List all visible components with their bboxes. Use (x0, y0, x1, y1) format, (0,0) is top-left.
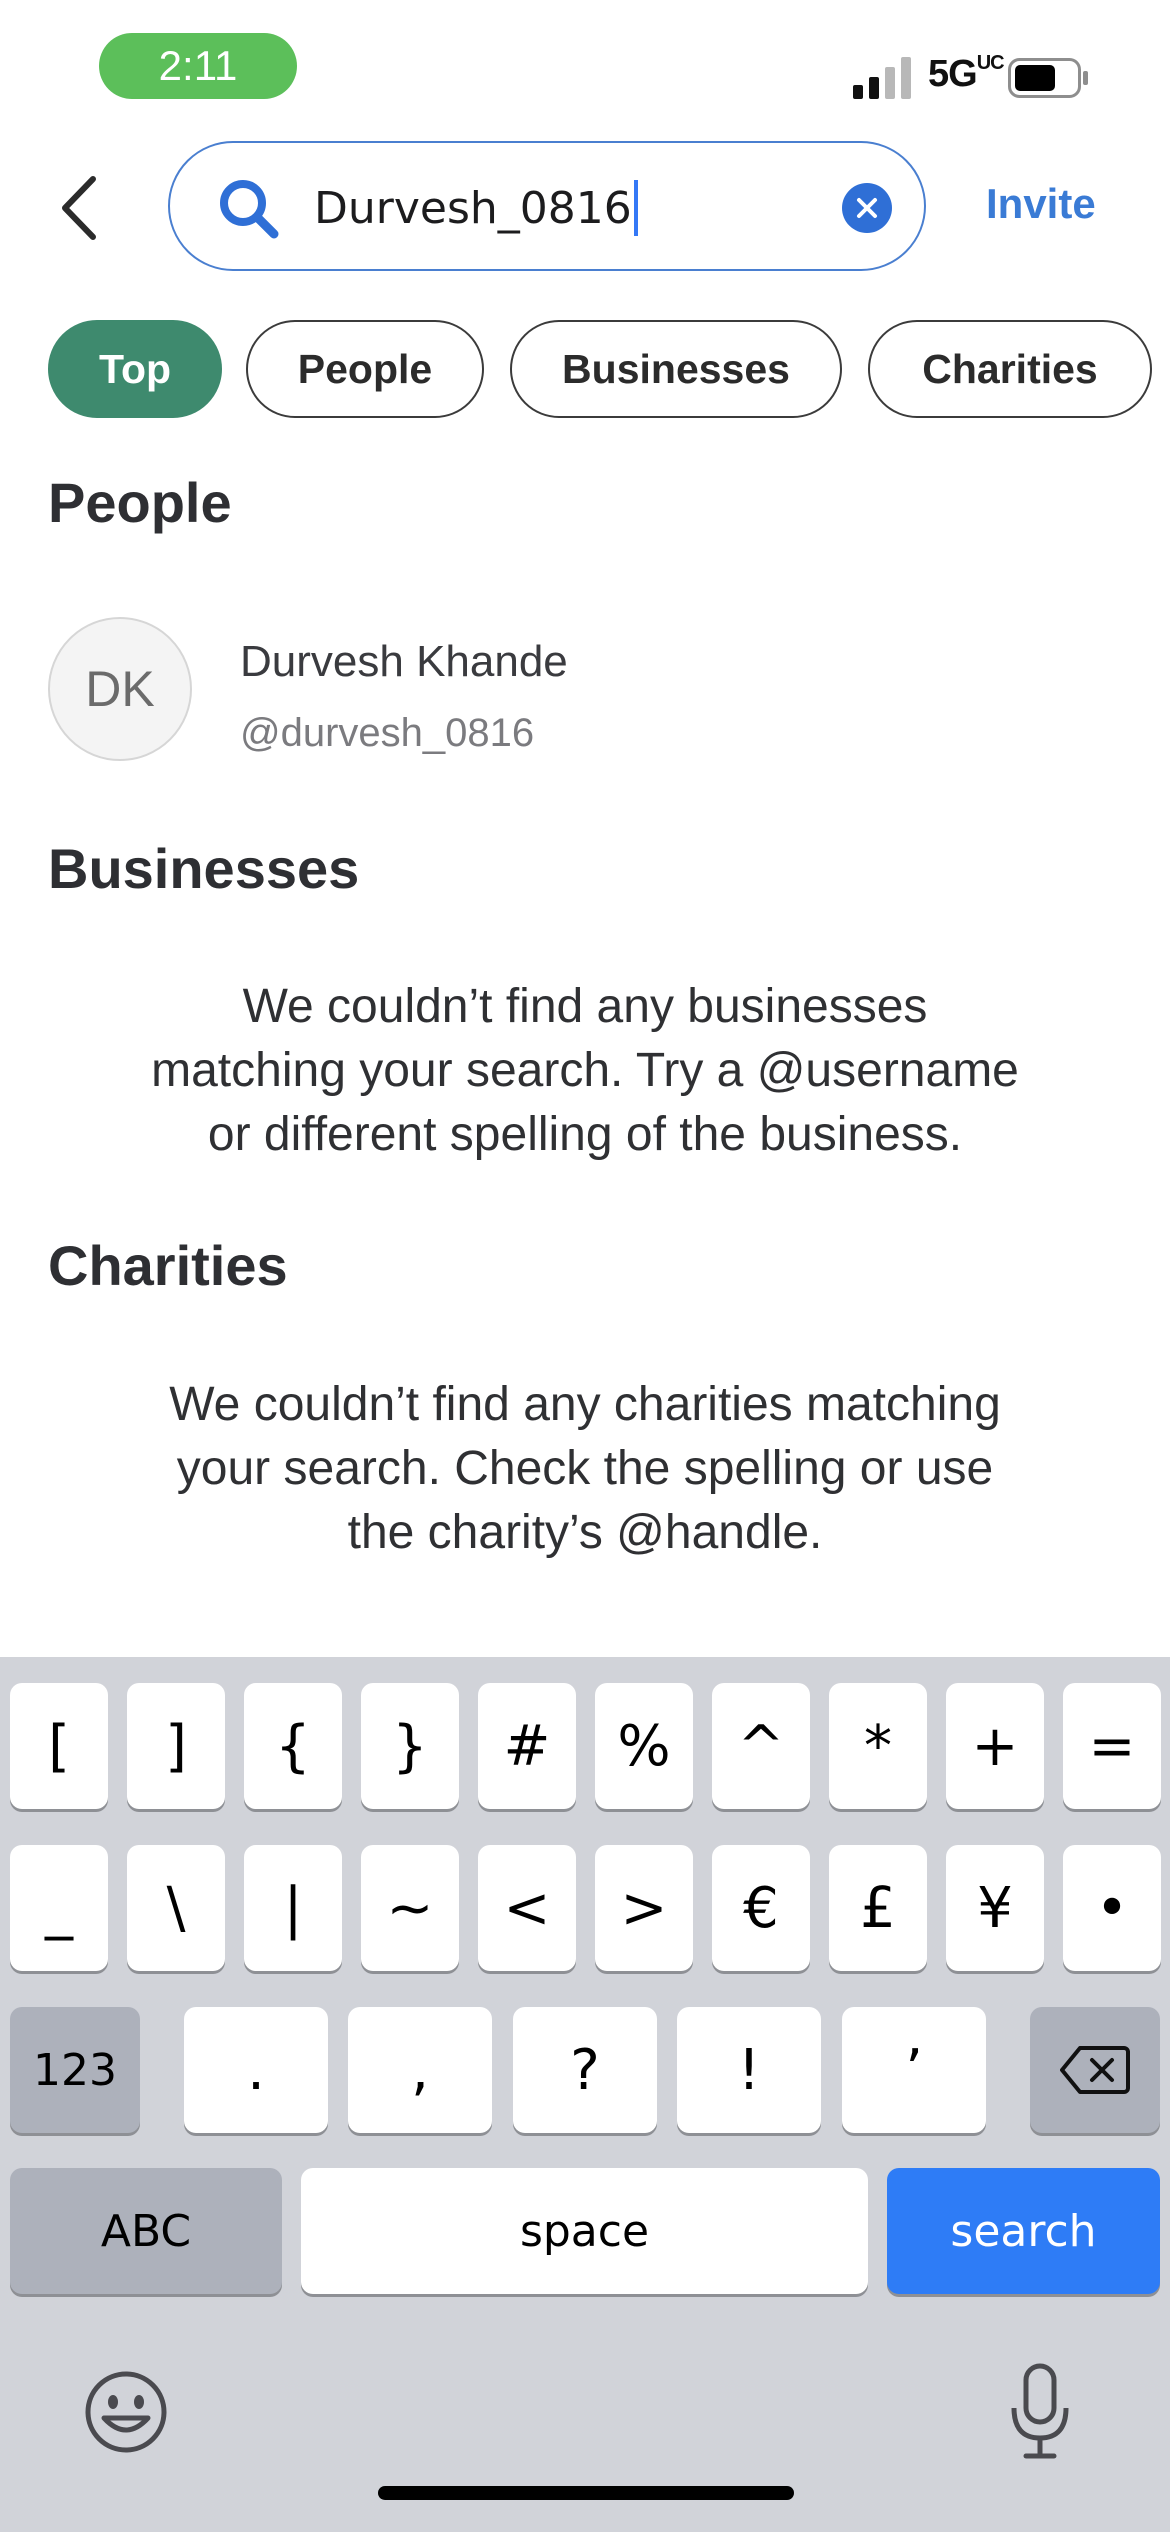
network-indicator: 5GUC (928, 52, 1005, 96)
charities-empty-message: We couldn’t find any charities matching … (60, 1373, 1110, 1565)
key[interactable]: | (244, 1845, 342, 1971)
microphone-icon[interactable] (1008, 2362, 1072, 2462)
tab-businesses[interactable]: Businesses (510, 320, 842, 418)
key[interactable]: € (712, 1845, 810, 1971)
home-indicator (378, 2486, 794, 2500)
signal-icon (853, 57, 911, 99)
key[interactable]: < (478, 1845, 576, 1971)
tab-people[interactable]: People (246, 320, 484, 418)
keyboard: [ ] { } # % ^ * + = _ \ | ~ < > € £ ¥ • … (0, 1657, 1170, 2532)
charities-empty-line: the charity’s @handle. (347, 1506, 823, 1559)
back-button[interactable] (48, 168, 108, 248)
charities-empty-line: We couldn’t find any charities matching (169, 1378, 1001, 1431)
key[interactable]: + (946, 1683, 1044, 1809)
businesses-empty-line: or different spelling of the business. (207, 1108, 963, 1161)
key[interactable]: * (829, 1683, 927, 1809)
person-result[interactable]: DK Durvesh Khande @durvesh_0816 (48, 617, 1128, 761)
search-key[interactable]: search (887, 2168, 1160, 2294)
key[interactable]: [ (10, 1683, 108, 1809)
clear-search-button[interactable] (842, 183, 892, 233)
key[interactable]: • (1063, 1845, 1161, 1971)
filter-tabs: Top People Businesses Charities (48, 320, 1170, 418)
key[interactable]: £ (829, 1845, 927, 1971)
businesses-section-title: Businesses (48, 837, 360, 900)
avatar: DK (48, 617, 192, 761)
status-bar: 2:11 5GUC (0, 0, 1170, 130)
key[interactable]: ¥ (946, 1845, 1044, 1971)
key[interactable]: } (361, 1683, 459, 1809)
key[interactable]: ’ (842, 2007, 986, 2133)
network-label: 5G (928, 53, 978, 95)
search-input-value: Durvesh_0816 (314, 182, 632, 234)
key[interactable]: % (595, 1683, 693, 1809)
tab-top[interactable]: Top (48, 320, 222, 418)
charities-empty-line: your search. Check the spelling or use (176, 1442, 994, 1495)
status-time: 2:11 (99, 33, 297, 99)
key[interactable]: > (595, 1845, 693, 1971)
key[interactable]: \ (127, 1845, 225, 1971)
search-bar[interactable]: Durvesh_0816 (168, 141, 926, 271)
key[interactable]: # (478, 1683, 576, 1809)
search-icon (220, 180, 279, 239)
battery-icon (1008, 58, 1088, 98)
businesses-empty-line: matching your search. Try a @username (151, 1044, 1019, 1097)
emoji-icon[interactable] (82, 2368, 170, 2456)
key[interactable]: , (348, 2007, 492, 2133)
delete-icon (1060, 2046, 1130, 2094)
delete-key[interactable] (1030, 2007, 1160, 2133)
invite-button[interactable]: Invite (986, 180, 1096, 228)
abc-key[interactable]: ABC (10, 2168, 282, 2294)
businesses-empty-line: We couldn’t find any businesses (242, 980, 928, 1033)
key[interactable]: ? (513, 2007, 657, 2133)
key[interactable]: { (244, 1683, 342, 1809)
space-key[interactable]: space (301, 2168, 868, 2294)
key[interactable]: ! (677, 2007, 821, 2133)
person-name: Durvesh Khande (240, 637, 568, 686)
key[interactable]: ~ (361, 1845, 459, 1971)
businesses-empty-message: We couldn’t find any businesses matching… (60, 975, 1110, 1167)
key[interactable]: ] (127, 1683, 225, 1809)
tab-charities[interactable]: Charities (868, 320, 1152, 418)
back-chevron-icon (62, 176, 96, 240)
key[interactable]: . (184, 2007, 328, 2133)
search-input[interactable]: Durvesh_0816 (314, 169, 834, 247)
text-cursor (633, 180, 638, 236)
network-suffix: UC (976, 52, 1005, 74)
person-handle: @durvesh_0816 (240, 711, 535, 755)
key[interactable]: _ (10, 1845, 108, 1971)
clear-icon (857, 198, 877, 218)
key[interactable]: = (1063, 1683, 1161, 1809)
key[interactable]: ^ (712, 1683, 810, 1809)
charities-section-title: Charities (48, 1234, 288, 1297)
numbers-key[interactable]: 123 (10, 2007, 140, 2133)
people-section-title: People (48, 471, 232, 534)
